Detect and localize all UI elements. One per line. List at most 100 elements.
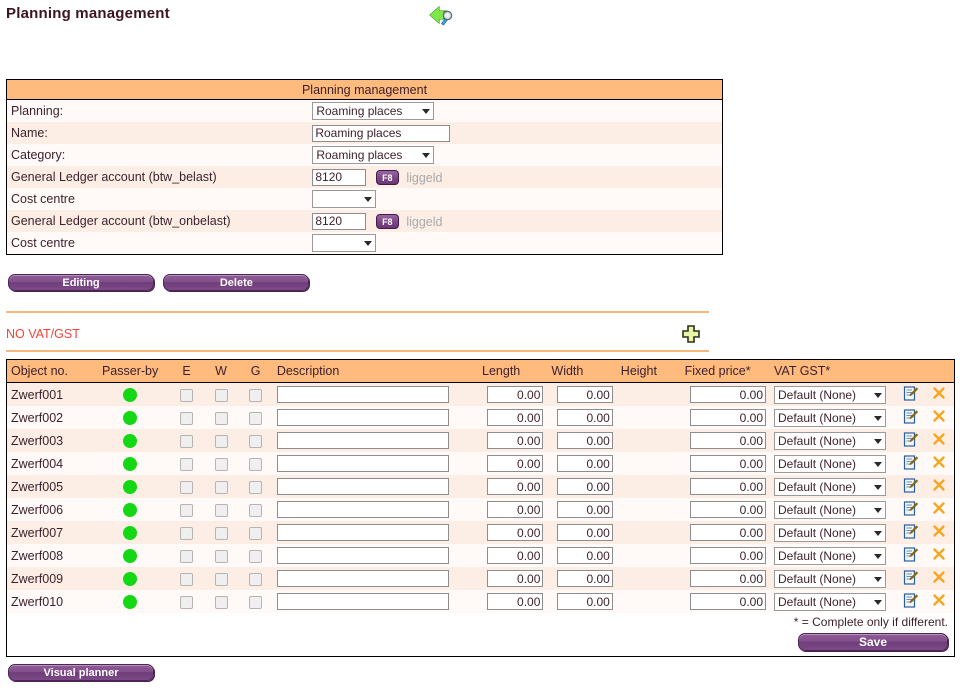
checkbox-g[interactable] [249, 411, 263, 425]
width-input[interactable] [556, 524, 613, 541]
vat-gst-select[interactable]: Default (None) [774, 385, 886, 404]
checkbox-e[interactable] [180, 503, 194, 517]
fixed-price-input[interactable] [690, 501, 766, 518]
delete-x-icon[interactable] [932, 570, 946, 587]
checkbox-g[interactable] [249, 595, 263, 609]
checkbox-w[interactable] [214, 434, 228, 448]
delete-x-icon[interactable] [932, 455, 946, 472]
vat-gst-select[interactable]: Default (None) [774, 592, 886, 611]
description-input[interactable] [276, 570, 449, 587]
edit-note-icon[interactable] [903, 477, 918, 496]
length-input[interactable] [487, 570, 544, 587]
fixed-price-input[interactable] [690, 524, 766, 541]
description-input[interactable] [276, 432, 449, 449]
cost-centre-1-select[interactable] [312, 190, 377, 208]
width-input[interactable] [556, 501, 613, 518]
vat-gst-select[interactable]: Default (None) [774, 500, 886, 519]
checkbox-w[interactable] [214, 572, 228, 586]
fixed-price-input[interactable] [690, 386, 766, 403]
delete-x-icon[interactable] [932, 409, 946, 426]
checkbox-e[interactable] [180, 457, 194, 471]
gl-belast-f8-button[interactable]: F8 [375, 170, 399, 186]
plus-icon[interactable] [681, 324, 701, 344]
checkbox-w[interactable] [214, 503, 228, 517]
description-input[interactable] [276, 547, 449, 564]
length-input[interactable] [487, 501, 544, 518]
checkbox-g[interactable] [249, 434, 263, 448]
length-input[interactable] [487, 386, 544, 403]
vat-gst-select[interactable]: Default (None) [774, 477, 886, 496]
checkbox-e[interactable] [180, 572, 194, 586]
description-input[interactable] [276, 524, 449, 541]
fixed-price-input[interactable] [690, 455, 766, 472]
edit-note-icon[interactable] [903, 569, 918, 588]
description-input[interactable] [276, 409, 449, 426]
delete-x-icon[interactable] [932, 593, 946, 610]
delete-x-icon[interactable] [932, 432, 946, 449]
edit-note-icon[interactable] [903, 500, 918, 519]
planning-select[interactable]: Roaming places [312, 102, 435, 120]
width-input[interactable] [556, 386, 613, 403]
delete-button[interactable]: Delete [163, 274, 310, 291]
vat-gst-select[interactable]: Default (None) [774, 454, 886, 473]
checkbox-e[interactable] [180, 388, 194, 402]
edit-note-icon[interactable] [903, 408, 918, 427]
vat-gst-select[interactable]: Default (None) [774, 408, 886, 427]
description-input[interactable] [276, 501, 449, 518]
description-input[interactable] [276, 593, 449, 610]
checkbox-e[interactable] [180, 480, 194, 494]
save-button[interactable]: Save [798, 633, 948, 651]
edit-note-icon[interactable] [903, 431, 918, 450]
checkbox-g[interactable] [249, 549, 263, 563]
gl-onbelast-input[interactable] [312, 212, 367, 230]
fixed-price-input[interactable] [690, 547, 766, 564]
category-select[interactable]: Roaming places [312, 146, 435, 164]
edit-note-icon[interactable] [903, 546, 918, 565]
description-input[interactable] [276, 455, 449, 472]
checkbox-w[interactable] [214, 457, 228, 471]
name-input[interactable] [312, 124, 451, 142]
checkbox-w[interactable] [214, 549, 228, 563]
delete-x-icon[interactable] [932, 547, 946, 564]
length-input[interactable] [487, 432, 544, 449]
width-input[interactable] [556, 432, 613, 449]
vat-gst-select[interactable]: Default (None) [774, 546, 886, 565]
edit-note-icon[interactable] [903, 523, 918, 542]
fixed-price-input[interactable] [690, 478, 766, 495]
checkbox-g[interactable] [249, 526, 263, 540]
length-input[interactable] [487, 524, 544, 541]
cost-centre-2-select[interactable] [312, 234, 377, 252]
delete-x-icon[interactable] [932, 478, 946, 495]
checkbox-g[interactable] [249, 480, 263, 494]
checkbox-w[interactable] [214, 411, 228, 425]
delete-x-icon[interactable] [932, 524, 946, 541]
length-input[interactable] [487, 455, 544, 472]
fixed-price-input[interactable] [690, 593, 766, 610]
gl-belast-input[interactable] [312, 168, 367, 186]
edit-note-icon[interactable] [903, 592, 918, 611]
width-input[interactable] [556, 547, 613, 564]
delete-x-icon[interactable] [932, 386, 946, 403]
width-input[interactable] [556, 478, 613, 495]
back-arrow-search-icon[interactable] [427, 4, 455, 30]
checkbox-w[interactable] [214, 526, 228, 540]
length-input[interactable] [487, 547, 544, 564]
checkbox-g[interactable] [249, 457, 263, 471]
fixed-price-input[interactable] [690, 409, 766, 426]
checkbox-e[interactable] [180, 595, 194, 609]
width-input[interactable] [556, 593, 613, 610]
width-input[interactable] [556, 570, 613, 587]
edit-note-icon[interactable] [903, 454, 918, 473]
checkbox-e[interactable] [180, 549, 194, 563]
editing-button[interactable]: Editing [8, 274, 154, 291]
fixed-price-input[interactable] [690, 570, 766, 587]
checkbox-w[interactable] [214, 480, 228, 494]
vat-gst-select[interactable]: Default (None) [774, 523, 886, 542]
checkbox-e[interactable] [180, 411, 194, 425]
vat-gst-select[interactable]: Default (None) [774, 431, 886, 450]
length-input[interactable] [487, 593, 544, 610]
width-input[interactable] [556, 409, 613, 426]
edit-note-icon[interactable] [903, 385, 918, 404]
length-input[interactable] [487, 409, 544, 426]
vat-gst-select[interactable]: Default (None) [774, 569, 886, 588]
